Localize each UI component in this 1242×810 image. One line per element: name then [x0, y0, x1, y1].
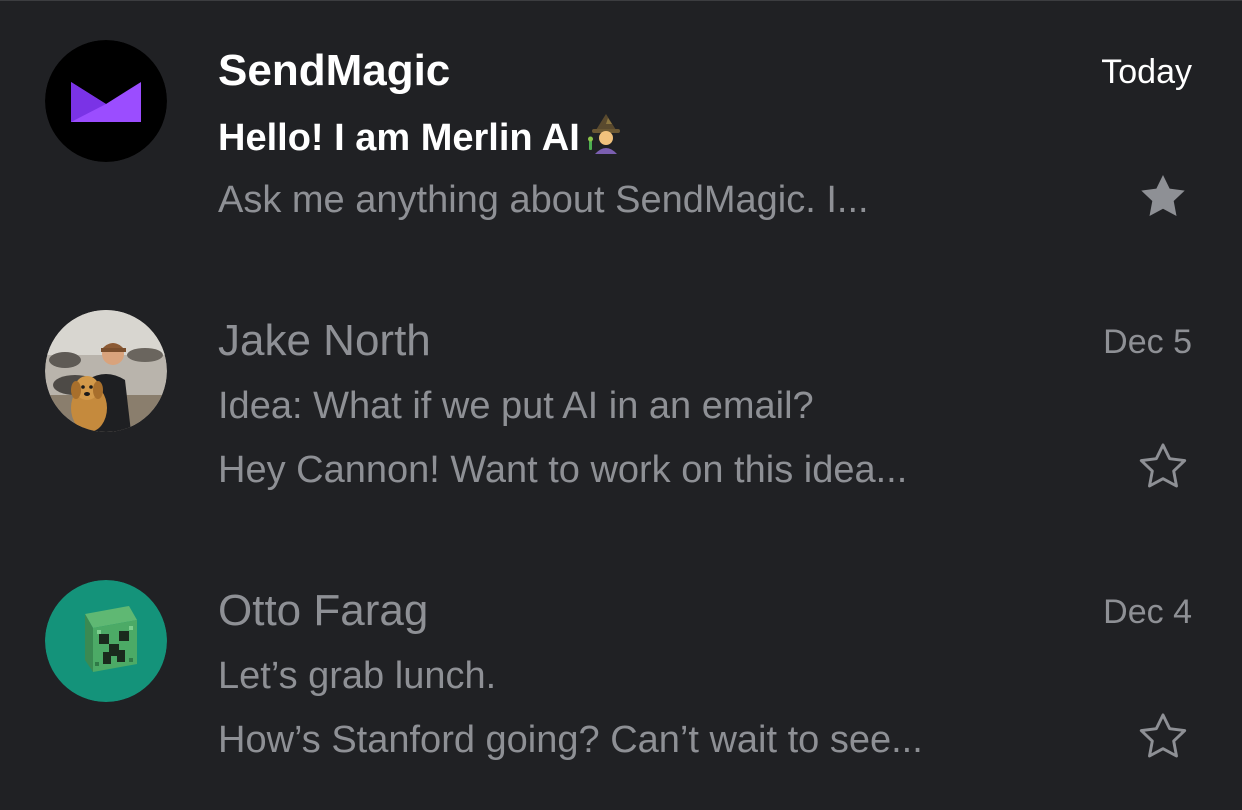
mage-emoji-icon — [586, 112, 626, 166]
preview-snippet: Hey Cannon! Want to work on this idea... — [218, 449, 908, 491]
received-date: Dec 5 — [1103, 323, 1192, 361]
sender-name: Jake North — [218, 316, 431, 365]
subject-line: Idea: What if we put AI in an email? — [218, 385, 814, 427]
subject-line: Let’s grab lunch. — [218, 655, 497, 697]
mail-row-otto-farag[interactable]: Otto Farag Let’s grab lunch. How’s Stanf… — [0, 540, 1242, 770]
mail-row-sendmagic[interactable]: SendMagic Hello! I am Merlin AI Ask me a… — [0, 0, 1242, 230]
preview-snippet: Ask me anything about SendMagic. I... — [218, 179, 869, 221]
sender-name: SendMagic — [218, 46, 451, 95]
star-outline-icon[interactable] — [1136, 440, 1190, 494]
sender-name: Otto Farag — [218, 586, 429, 635]
received-date: Today — [1101, 53, 1192, 91]
mail-list: SendMagic Hello! I am Merlin AI Ask me a… — [0, 0, 1242, 810]
subject-line: Hello! I am Merlin AI — [218, 112, 626, 166]
creeper-block-icon — [45, 580, 167, 702]
star-filled-icon[interactable] — [1136, 170, 1190, 224]
sendmagic-logo-icon — [45, 40, 167, 162]
received-date: Dec 4 — [1103, 593, 1192, 631]
preview-snippet: How’s Stanford going? Can’t wait to see.… — [218, 719, 923, 761]
star-outline-icon[interactable] — [1136, 710, 1190, 764]
profile-photo-icon — [45, 310, 167, 432]
mail-row-jake-north[interactable]: Jake North Idea: What if we put AI in an… — [0, 270, 1242, 500]
subject-text: Hello! I am Merlin AI — [218, 117, 580, 159]
